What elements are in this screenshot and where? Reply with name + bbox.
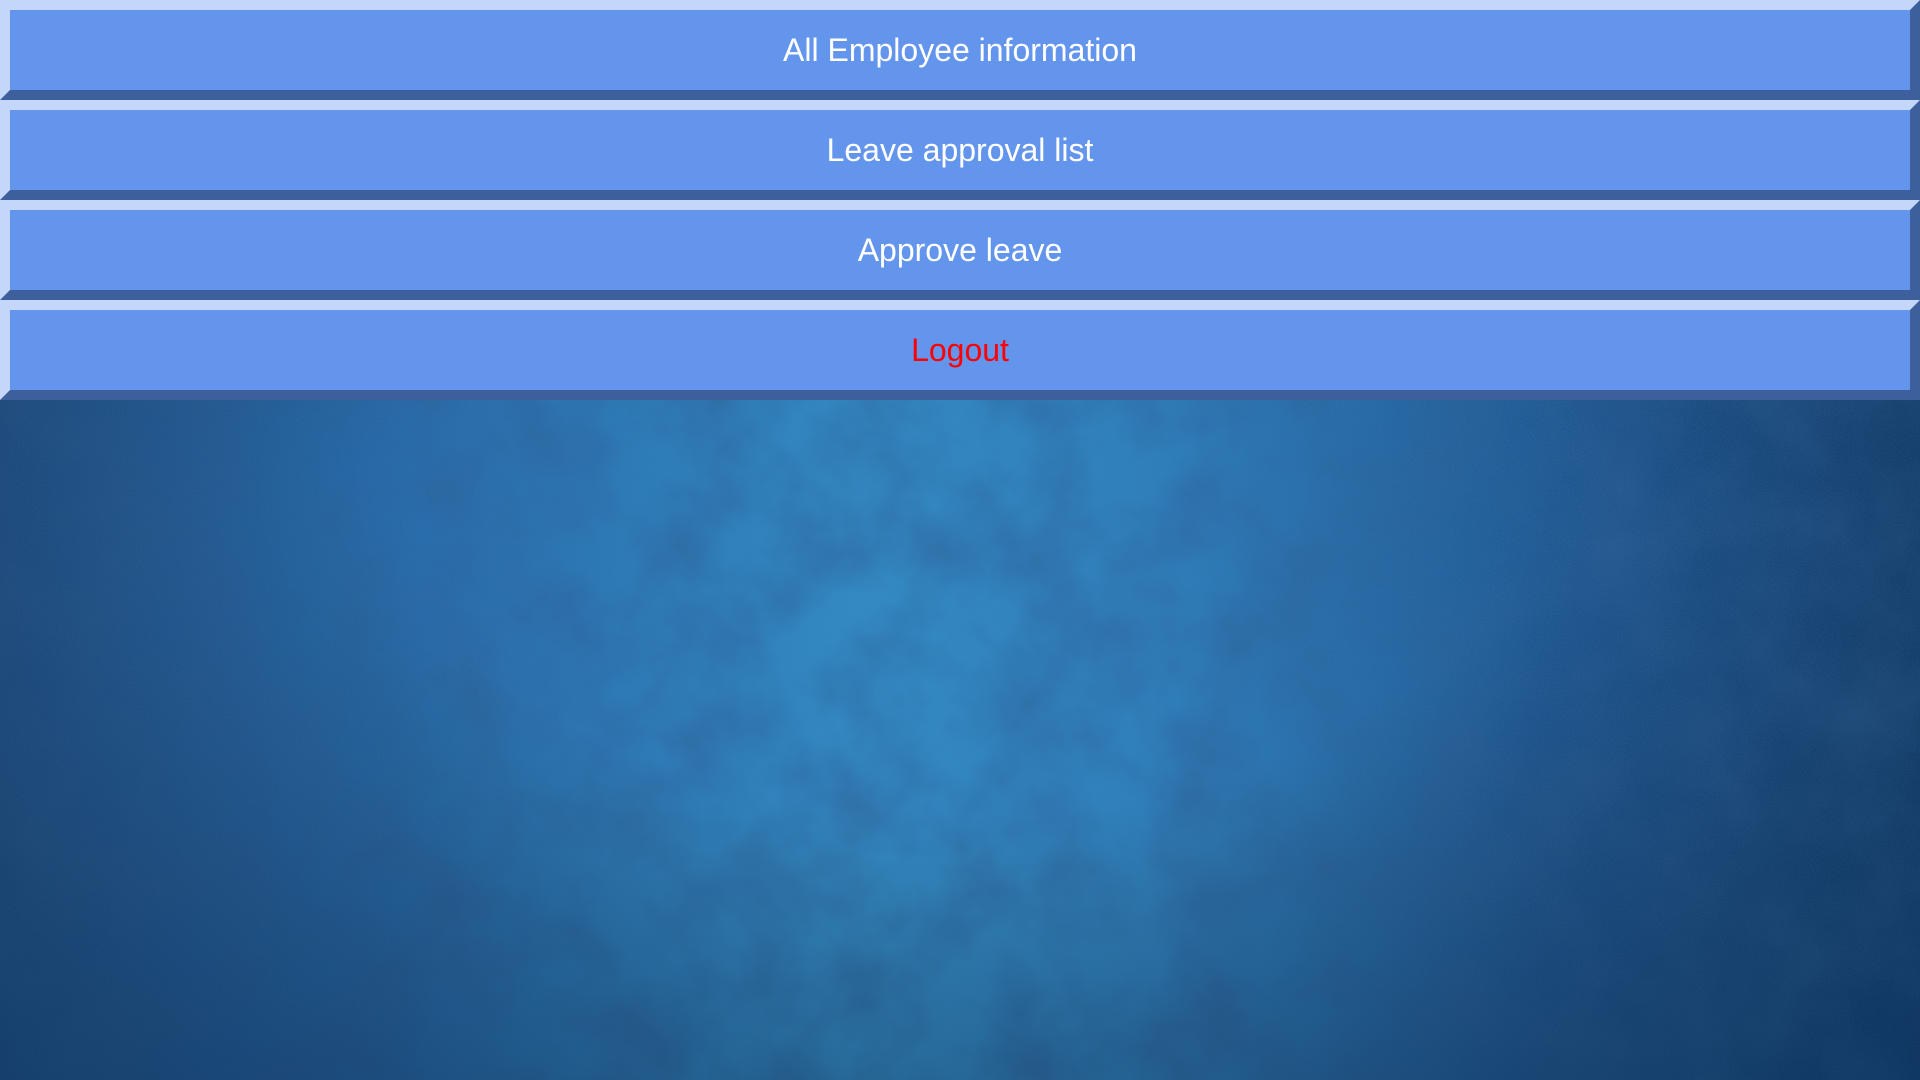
main-menu: All Employee information Leave approval … [0, 0, 1920, 400]
all-employee-information-button[interactable]: All Employee information [0, 0, 1920, 100]
leave-approval-list-button[interactable]: Leave approval list [0, 100, 1920, 200]
approve-leave-button[interactable]: Approve leave [0, 200, 1920, 300]
logout-button[interactable]: Logout [0, 300, 1920, 400]
